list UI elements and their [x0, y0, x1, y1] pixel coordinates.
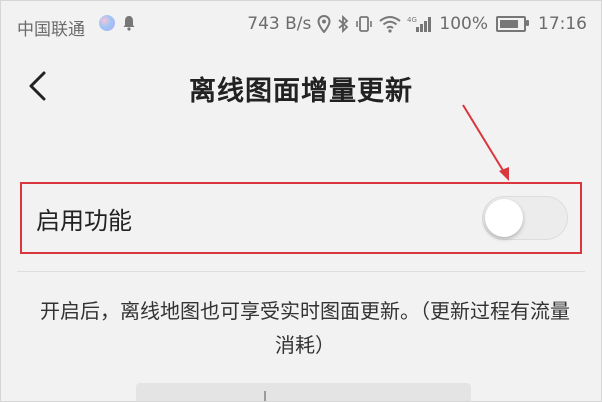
battery-icon: [496, 16, 529, 32]
app-screen: 中国联通 743 B/s 4G 100% 17:16 离线图面增量更新 启用功能…: [0, 0, 602, 402]
annotation-arrow: [462, 104, 509, 181]
notification-icons: [99, 15, 137, 31]
wifi-icon: [379, 16, 402, 33]
toggle-knob: [485, 199, 523, 237]
location-icon: [317, 15, 331, 33]
enable-feature-toggle[interactable]: [482, 196, 568, 240]
feature-description: 开启后，离线地图也可享受实时图面更新。（更新过程有流量消耗）: [40, 299, 570, 357]
preview-image: [136, 383, 471, 401]
net-speed: 743 B/s: [247, 14, 312, 34]
divider: [17, 271, 585, 272]
battery-percent: 100%: [439, 14, 488, 34]
bell-icon: [123, 16, 135, 31]
carrier-name: 中国联通: [17, 20, 85, 40]
status-bar: 中国联通 743 B/s 4G 100% 17:16: [1, 1, 601, 45]
bluetooth-icon: [338, 15, 349, 33]
enable-feature-row: 启用功能: [20, 182, 582, 254]
signal-icon: 4G: [407, 16, 432, 32]
enable-feature-label: 启用功能: [36, 207, 132, 235]
status-right: 743 B/s 4G 100% 17:16: [247, 14, 587, 34]
vibrate-icon: [356, 16, 373, 32]
network-type: 4G: [407, 16, 417, 24]
app-icon: [99, 15, 115, 31]
clock: 17:16: [538, 14, 587, 34]
